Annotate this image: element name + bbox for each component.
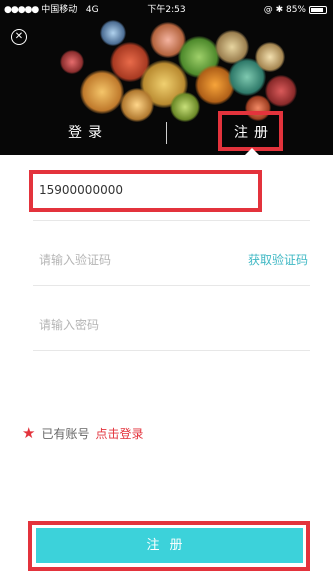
- status-right: @ ✱ 85%: [264, 0, 327, 20]
- register-button[interactable]: 注册: [36, 528, 303, 563]
- close-icon[interactable]: ✕: [11, 29, 27, 45]
- status-bar: ●●●●● 中国移动 4G 下午2:53 @ ✱ 85%: [0, 0, 333, 20]
- tab-divider: [166, 122, 167, 144]
- get-code-button[interactable]: 获取验证码: [248, 225, 308, 295]
- has-account-row: ★ 已有账号 点击登录: [22, 424, 143, 443]
- bluetooth-icon: ✱: [275, 5, 284, 15]
- tab-login[interactable]: 登录: [68, 118, 108, 148]
- highlight-box-phone: [29, 170, 262, 212]
- password-input-placeholder[interactable]: 请输入密码: [39, 290, 99, 360]
- verification-code-field[interactable]: 请输入验证码 获取验证码: [33, 225, 310, 286]
- login-link[interactable]: 点击登录: [95, 427, 143, 441]
- battery-label: 85%: [285, 5, 306, 15]
- orientation-lock-icon: @: [263, 5, 273, 15]
- code-input-placeholder[interactable]: 请输入验证码: [39, 225, 111, 295]
- active-tab-indicator: [245, 148, 259, 155]
- has-account-label: 已有账号: [41, 427, 90, 441]
- star-icon: ★: [22, 424, 36, 442]
- highlight-box-register-tab: [218, 111, 283, 151]
- battery-icon: [309, 5, 327, 14]
- password-field[interactable]: 请输入密码: [33, 290, 310, 351]
